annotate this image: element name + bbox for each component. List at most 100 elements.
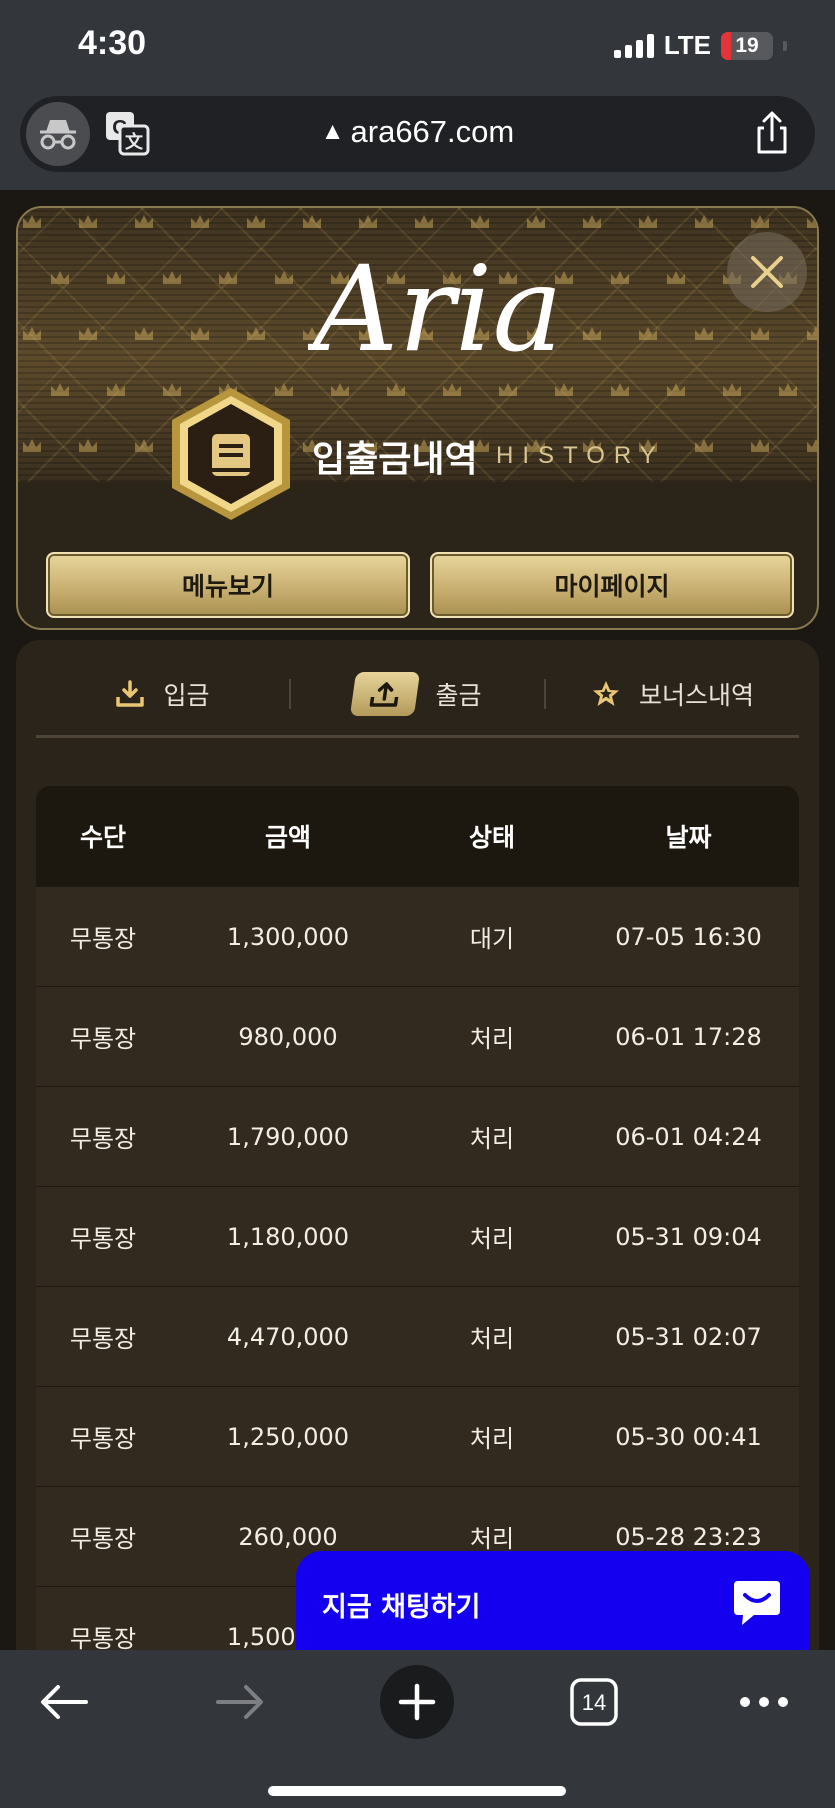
crown-icon	[79, 439, 97, 452]
table-cell: 05-30 00:41	[615, 1422, 762, 1451]
history-tabs: 입금 출금 보너스내역	[36, 652, 799, 738]
column-header: 금액	[264, 823, 311, 852]
table-cell: 05-31 09:04	[615, 1222, 762, 1251]
table-cell: 07-05 16:30	[615, 922, 762, 951]
table-header: 수단 금액 상태 날짜	[36, 786, 799, 886]
table-cell: 무통장	[69, 1325, 137, 1353]
crown-icon	[303, 215, 321, 228]
table-cell: 무통장	[69, 1125, 137, 1153]
crown-icon	[23, 215, 41, 228]
table-cell: 처리	[469, 1325, 515, 1353]
crown-icon	[779, 383, 797, 396]
crown-icon	[107, 271, 125, 284]
crown-icon	[751, 327, 769, 340]
tabs-button[interactable]: 14	[554, 1662, 634, 1742]
table-cell: 1,300,000	[226, 922, 350, 951]
status-indicators: LTE 19	[613, 30, 787, 61]
page-content: Aria 입출금내역 HISTORY 메뉴보기 마이페이지 입금 출금 보너스내…	[0, 190, 835, 1670]
download-icon	[116, 679, 145, 707]
table-cell: 무통장	[69, 1525, 137, 1553]
url-display[interactable]: ▲ ara667.com	[20, 114, 815, 150]
home-indicator	[268, 1786, 566, 1796]
new-tab-button[interactable]	[380, 1665, 454, 1739]
crown-icon	[191, 327, 209, 340]
history-table: 수단 금액 상태 날짜 무통장 1,300,000 대기 07-05 16:30 무통장…	[36, 786, 799, 1670]
share-icon[interactable]	[749, 110, 795, 156]
tab-label: 입금	[163, 680, 210, 710]
svg-text:Aria: Aria	[308, 240, 563, 378]
crown-icon	[751, 439, 769, 452]
tab-bonus[interactable]: 보너스내역	[546, 676, 799, 712]
crown-icon	[359, 215, 377, 228]
table-cell: 980,000	[238, 1022, 338, 1051]
crown-icon	[723, 383, 741, 396]
status-time: 4:30	[78, 24, 147, 62]
table-row: 무통장 1,250,000 처리 05-30 00:41	[36, 1386, 799, 1486]
crown-icon	[387, 383, 405, 396]
forward-button[interactable]	[200, 1662, 280, 1742]
column-header: 날짜	[665, 823, 712, 852]
forward-arrow-icon	[216, 1685, 263, 1719]
crown-icon	[415, 215, 433, 228]
crown-icon	[247, 215, 265, 228]
table-cell: 처리	[469, 1525, 515, 1553]
table-row: 무통장 4,470,000 처리 05-31 02:07	[36, 1286, 799, 1386]
crown-icon	[51, 271, 69, 284]
table-cell: 무통장	[69, 1025, 137, 1053]
table-cell: 1,790,000	[226, 1122, 350, 1151]
battery-icon: 19	[721, 31, 773, 60]
crown-icon	[807, 439, 817, 452]
crown-icon	[695, 215, 713, 228]
menu-button[interactable]: 메뉴보기	[46, 552, 410, 618]
crown-icon	[247, 327, 265, 340]
crown-icon	[611, 271, 629, 284]
table-cell: 처리	[469, 1025, 515, 1053]
status-bar: 4:30 LTE 19	[0, 0, 835, 92]
header-actions: 메뉴보기 마이페이지	[46, 552, 794, 618]
svg-text:14: 14	[582, 1690, 606, 1715]
back-button[interactable]	[24, 1662, 104, 1742]
chat-bubble-icon	[734, 1581, 780, 1625]
tab-deposit[interactable]: 입금	[36, 676, 289, 712]
address-bar[interactable]: G 文 ▲ara667.com	[20, 96, 815, 172]
table-cell: 무통장	[69, 1425, 137, 1453]
table-cell: 06-01 04:24	[615, 1122, 762, 1151]
table-cell: 05-28 23:23	[615, 1522, 762, 1551]
battery-tip	[783, 40, 787, 51]
crown-icon	[331, 383, 349, 396]
table-cell: 무통장	[69, 925, 137, 953]
tab-withdraw[interactable]: 출금	[291, 671, 544, 716]
crown-icon	[499, 383, 517, 396]
crown-icon	[135, 215, 153, 228]
more-button[interactable]	[724, 1662, 804, 1742]
column-header: 수단	[79, 823, 126, 852]
mypage-button[interactable]: 마이페이지	[430, 552, 794, 618]
crown-icon	[275, 271, 293, 284]
crown-icon	[583, 327, 601, 340]
history-header: Aria 입출금내역 HISTORY 메뉴보기 마이페이지	[16, 206, 819, 630]
aria-logo: Aria	[308, 240, 563, 378]
table-cell: 1,180,000	[226, 1222, 350, 1251]
crown-icon	[135, 327, 153, 340]
close-icon	[751, 256, 783, 288]
table-cell: 4,470,000	[226, 1322, 350, 1351]
table-row: 무통장 1,790,000 처리 06-01 04:24	[36, 1086, 799, 1186]
crown-icon	[751, 215, 769, 228]
more-icon	[740, 1697, 788, 1707]
chat-widget[interactable]: 지금 채팅하기	[296, 1551, 810, 1651]
crown-icon	[471, 215, 489, 228]
signal-icon	[613, 33, 654, 58]
table-cell: 대기	[469, 925, 515, 953]
table-row: 무통장 1,180,000 처리 05-31 09:04	[36, 1186, 799, 1286]
battery-level: 19	[735, 33, 759, 57]
crown-icon	[107, 383, 125, 396]
crown-icon	[443, 383, 461, 396]
crown-icon	[555, 383, 573, 396]
table-cell: 처리	[469, 1225, 515, 1253]
crown-icon	[667, 383, 685, 396]
star-icon	[592, 680, 619, 706]
page-title: 입출금내역	[312, 439, 478, 480]
close-button[interactable]	[727, 232, 807, 312]
table-row: 무통장 980,000 처리 06-01 17:28	[36, 986, 799, 1086]
crown-icon	[23, 327, 41, 340]
